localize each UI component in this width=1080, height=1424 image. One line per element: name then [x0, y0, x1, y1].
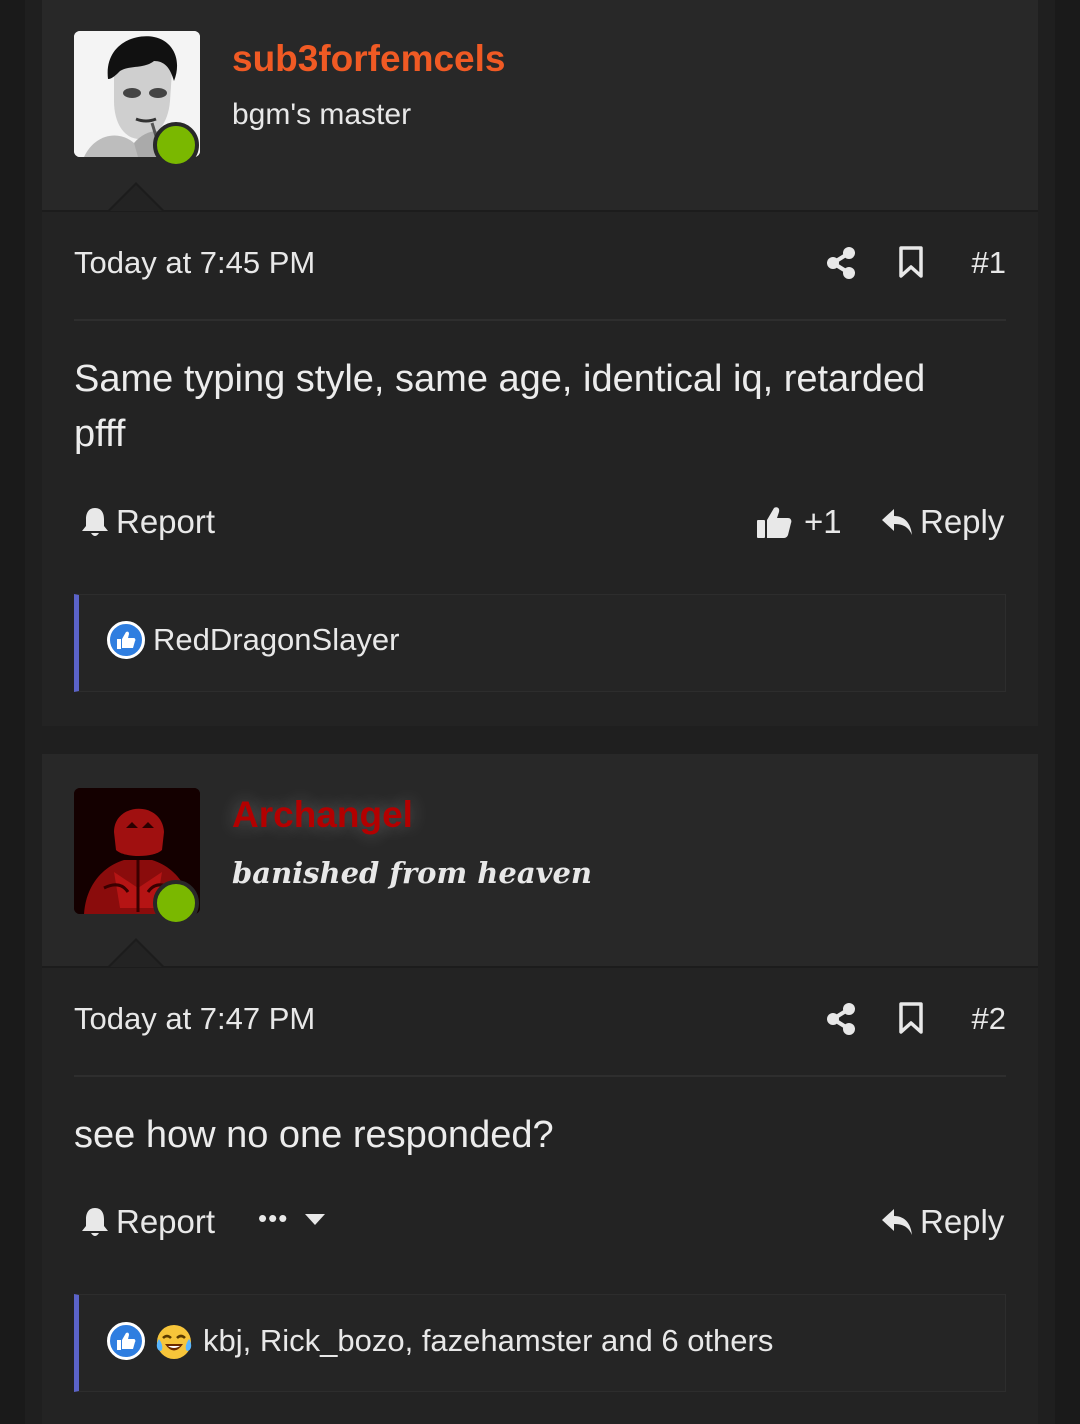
reply-button[interactable]: Reply — [880, 503, 1004, 541]
post-number[interactable]: #1 — [972, 245, 1006, 281]
share-icon[interactable] — [826, 1003, 856, 1040]
bookmark-icon[interactable] — [898, 1001, 924, 1040]
username[interactable]: Archangel — [232, 794, 413, 836]
reactions-bar[interactable]: RedDragonSlayer — [74, 594, 1006, 692]
bell-icon — [82, 508, 108, 536]
more-options-button[interactable]: ••• — [258, 1203, 326, 1234]
post-1-user-block: sub3forfemcels bgm's master — [42, 0, 1038, 212]
report-label: Report — [116, 503, 216, 540]
online-status-dot — [153, 880, 199, 926]
reply-label: Reply — [920, 503, 1005, 540]
username[interactable]: sub3forfemcels — [232, 38, 506, 80]
reply-icon — [882, 509, 912, 535]
like-reaction-icon — [107, 1322, 145, 1360]
report-button[interactable]: Report — [80, 1203, 215, 1241]
post-body: see how no one responded? — [74, 1114, 554, 1156]
reactions-text[interactable]: RedDragonSlayer — [153, 622, 399, 658]
like-count: +1 — [804, 503, 842, 540]
bookmark-icon[interactable] — [898, 245, 924, 284]
online-status-dot — [153, 122, 199, 168]
post-actions: Report ••• Reply — [74, 1203, 1006, 1253]
post-meta: Today at 7:45 PM #1 — [74, 211, 1006, 321]
post-2-user-block: Archangel banished from heaven — [42, 754, 1038, 968]
thumbs-up-icon — [757, 507, 792, 538]
reactions-text[interactable]: kbj, Rick_bozo, fazehamster and 6 others — [203, 1323, 773, 1359]
post-meta: Today at 7:47 PM #2 — [74, 967, 1006, 1077]
user-block-caret — [110, 941, 162, 967]
more-options-label: ••• — [258, 1203, 289, 1233]
post-number[interactable]: #2 — [972, 1001, 1006, 1037]
user-title: banished from heaven — [232, 856, 592, 890]
chevron-down-icon — [305, 1213, 326, 1225]
like-button[interactable]: +1 — [756, 503, 842, 541]
report-button[interactable]: Report — [80, 503, 215, 541]
user-title: bgm's master — [232, 98, 412, 131]
reactions-bar[interactable]: kbj, Rick_bozo, fazehamster and 6 others — [74, 1294, 1006, 1392]
reply-button[interactable]: Reply — [880, 1203, 1004, 1241]
like-reaction-icon — [107, 621, 145, 659]
post-date[interactable]: Today at 7:47 PM — [74, 1001, 315, 1037]
post-actions: Report +1 Reply — [74, 503, 1006, 553]
reply-icon — [882, 1209, 912, 1235]
crying-laughing-reaction-icon — [156, 1325, 192, 1359]
report-label: Report — [116, 1203, 216, 1240]
bell-icon — [82, 1208, 108, 1236]
share-icon[interactable] — [826, 247, 856, 284]
user-block-caret — [110, 185, 162, 211]
post-body: Same typing style, same age, identical i… — [74, 358, 926, 455]
reply-label: Reply — [920, 1203, 1005, 1240]
post-date[interactable]: Today at 7:45 PM — [74, 245, 315, 281]
